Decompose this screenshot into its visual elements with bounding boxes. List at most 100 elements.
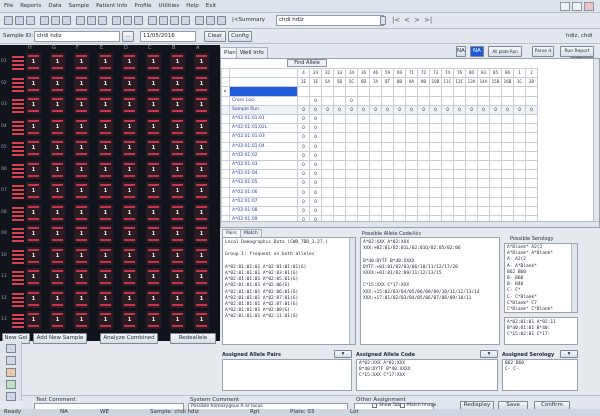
gel-well[interactable]: 1 [170, 182, 185, 200]
na-button-1[interactable]: NA [456, 46, 466, 57]
column-header[interactable]: 32 [321, 67, 334, 79]
table-cell[interactable] [417, 141, 430, 152]
table-cell[interactable] [489, 150, 502, 161]
table-cell[interactable] [405, 178, 418, 189]
table-cell[interactable] [513, 123, 526, 134]
column-header[interactable]: 33 [333, 67, 346, 79]
column-header[interactable]: 85 [489, 67, 502, 79]
table-row[interactable]: A*02:01:05 0 0 [221, 178, 538, 189]
table-cell[interactable] [345, 150, 358, 161]
table-cell[interactable] [393, 132, 406, 143]
gel-well[interactable]: 1 [98, 311, 113, 329]
table-icon[interactable] [87, 16, 96, 25]
column-header[interactable]: 4 [297, 67, 310, 79]
table-row[interactable]: A*02:01:04 0 0 [221, 169, 538, 180]
table-cell[interactable]: 0 [309, 205, 322, 217]
table-cell[interactable] [333, 205, 346, 217]
info-icon[interactable] [206, 16, 215, 25]
maximize-button[interactable] [572, 2, 582, 11]
gel-well[interactable]: 1 [122, 117, 137, 136]
table-cell[interactable] [429, 123, 442, 134]
allele-name-cell[interactable]: Cross Loci [229, 95, 298, 106]
table-cell[interactable]: 0 [321, 104, 334, 115]
table-row[interactable]: A*02:01:06 0 0 [221, 187, 538, 198]
table-cell[interactable] [465, 187, 478, 198]
table-cell[interactable] [357, 141, 370, 152]
table-cell[interactable] [465, 169, 478, 180]
table-cell[interactable] [345, 169, 358, 180]
table-cell[interactable] [489, 132, 502, 143]
table-cell[interactable] [453, 178, 466, 189]
table-cell[interactable] [501, 196, 514, 207]
new-icon[interactable] [4, 16, 13, 25]
table-cell[interactable] [321, 205, 334, 217]
table-cell[interactable]: 0 [297, 150, 310, 161]
table-row[interactable]: A*02:01:08 0 0 [221, 205, 538, 217]
table-cell[interactable] [321, 123, 334, 134]
assigned-allele-code-box[interactable]: A*02:XXX A*02:XXX B*40:DYTF B*40:XXXX C*15… [356, 359, 498, 391]
table-cell[interactable] [489, 86, 502, 97]
table-cell[interactable] [441, 95, 454, 106]
table-cell[interactable] [345, 178, 358, 189]
table-cell[interactable] [417, 95, 430, 106]
table-cell[interactable] [525, 159, 538, 171]
table-cell[interactable] [477, 123, 490, 134]
table-cell[interactable]: 0 [345, 104, 358, 115]
column-header[interactable]: 34 [345, 67, 358, 79]
gel-well[interactable]: 1 [98, 225, 113, 243]
menu-reports[interactable]: Reports [20, 3, 41, 9]
table-cell[interactable] [405, 150, 418, 161]
table-cell[interactable] [381, 169, 394, 180]
table-cell[interactable] [369, 150, 382, 161]
table-cell[interactable] [513, 132, 526, 143]
gel-well[interactable]: 1 [122, 311, 137, 329]
table-cell[interactable] [393, 187, 406, 198]
open-icon[interactable] [15, 16, 24, 25]
table-cell[interactable] [429, 196, 442, 207]
gel-well[interactable]: 1 [50, 74, 65, 93]
text-line[interactable]: Group 1: frequent on both alleles [225, 252, 328, 258]
tab-well-info[interactable]: Well Info [236, 47, 268, 58]
table-cell[interactable] [453, 205, 466, 217]
allele-name-cell[interactable] [229, 86, 298, 97]
menu-utilities[interactable]: Utilities [159, 3, 180, 9]
table-cell[interactable] [357, 132, 370, 143]
table-row[interactable]: A*02:01:01:03 0 0 [221, 132, 538, 143]
parse-it-button[interactable]: Parse it [532, 46, 554, 57]
table-cell[interactable] [369, 169, 382, 180]
gel-well[interactable]: 1 [98, 246, 113, 265]
table-cell[interactable] [465, 132, 478, 143]
table-cell[interactable] [453, 187, 466, 198]
table-cell[interactable] [513, 113, 526, 125]
table-cell[interactable]: 0 [417, 104, 430, 115]
gel-well[interactable]: 1 [98, 53, 113, 71]
table-cell[interactable]: 0 [297, 141, 310, 152]
serology-list[interactable]: A*Blank* A2(2 A*Blank* A*Blank* A- A2(2 A- … [507, 245, 553, 312]
table-cell[interactable]: 0 [309, 132, 322, 143]
table-cell[interactable]: 0 [309, 123, 322, 134]
table-cell[interactable] [489, 169, 502, 180]
gel-well[interactable]: 1 [98, 160, 113, 179]
table-cell[interactable] [417, 205, 430, 217]
table-cell[interactable]: 0 [465, 104, 478, 115]
table-cell[interactable]: 0 [309, 196, 322, 207]
gel-well[interactable]: 1 [122, 182, 137, 200]
table-cell[interactable] [441, 187, 454, 198]
table-cell[interactable] [369, 178, 382, 189]
chart-icon[interactable] [76, 16, 85, 25]
table-cell[interactable] [405, 132, 418, 143]
column-header[interactable]: 86 [501, 67, 514, 79]
gel-well[interactable]: 1 [122, 139, 137, 157]
table-cell[interactable]: 0 [441, 104, 454, 115]
table-cell[interactable] [489, 159, 502, 171]
gel-well[interactable]: 1 [146, 96, 161, 114]
gel-well[interactable]: 1 [98, 289, 113, 308]
table-cell[interactable] [345, 205, 358, 217]
grid-icon[interactable] [123, 16, 132, 25]
gel-well[interactable]: 1 [74, 225, 89, 243]
table-cell[interactable] [393, 113, 406, 125]
gel-well[interactable]: 1 [50, 246, 65, 265]
table-cell[interactable] [333, 141, 346, 152]
table-cell[interactable] [513, 205, 526, 217]
gel-well[interactable]: 1 [194, 225, 209, 243]
